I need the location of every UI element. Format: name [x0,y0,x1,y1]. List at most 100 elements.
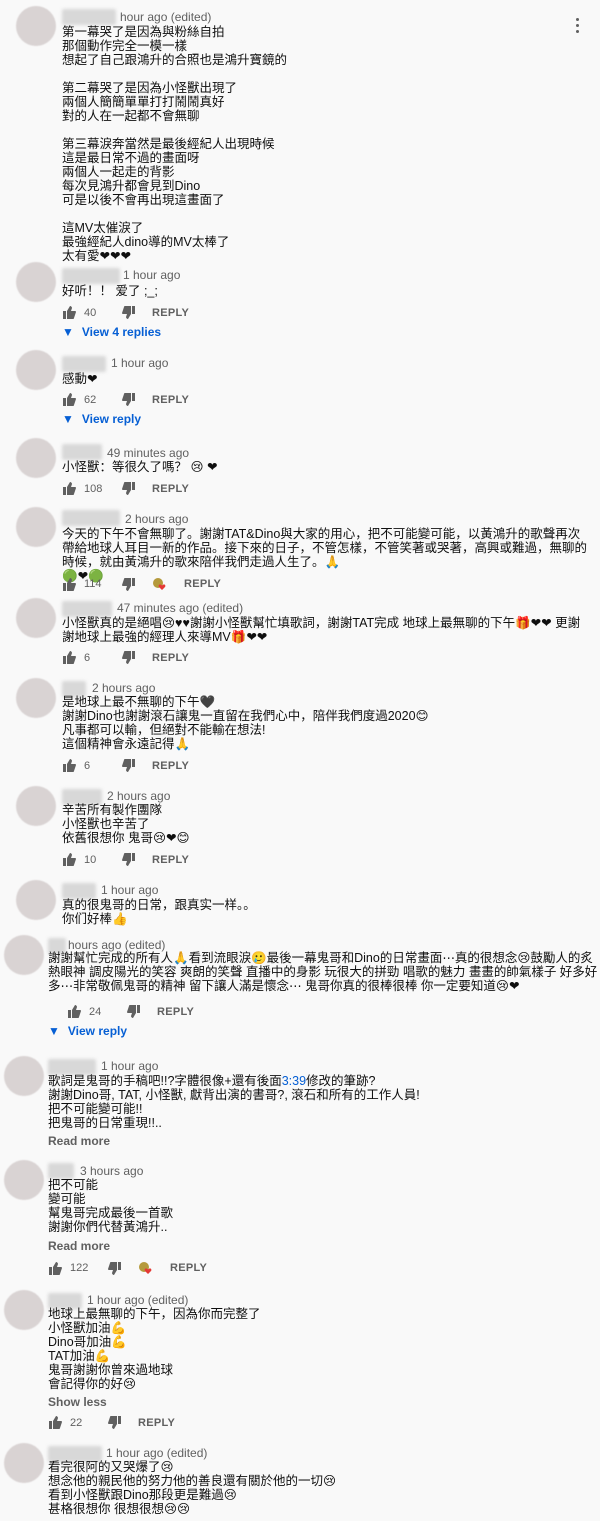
like-count: 10 [84,853,97,866]
reply-button[interactable]: REPLY [152,760,189,772]
author-name[interactable] [62,510,120,526]
like-count: 114 [84,578,102,590]
comment-time[interactable]: 1 hour ago (edited) [106,1446,207,1460]
author-name[interactable] [48,1059,96,1075]
chevron-down-icon: ▼ [62,412,74,426]
like-count: 24 [89,1005,102,1018]
read-more-button[interactable]: Read more [48,1134,110,1148]
comment-time[interactable]: 2 hours ago [107,789,170,803]
author-name[interactable] [62,268,120,284]
avatar[interactable] [16,880,56,920]
reply-button[interactable]: REPLY [152,307,189,319]
avatar[interactable] [16,6,56,46]
author-name[interactable] [48,1163,74,1179]
like-count: 62 [84,393,97,406]
comment-actions: 24 REPLY [67,1005,194,1018]
comment-time[interactable]: 1 hour ago [123,268,180,282]
comment-time[interactable]: hours ago (edited) [68,938,165,952]
comment-time[interactable]: 47 minutes ago (edited) [117,601,243,615]
thumbs-down-icon[interactable] [122,577,136,591]
like-count: 108 [84,482,103,495]
thumbs-up-icon[interactable] [48,1416,62,1429]
view-replies-button[interactable]: ▼ View reply [62,412,141,426]
reply-button[interactable]: REPLY [138,1417,175,1429]
comment-time[interactable]: 1 hour ago [111,356,168,370]
avatar[interactable] [4,1056,44,1096]
comment-time[interactable]: 2 hours ago [92,681,155,695]
comment-text: 地球上最無聊的下午，因為你而完整了 小怪獸加油💪 Dino哥加油💪 TAT加油💪 鬼哥謝… [48,1307,261,1391]
reply-button[interactable]: REPLY [157,1006,194,1018]
comment-text: 是地球上最不無聊的下午🖤 謝謝Dino也謝謝滾石讓鬼一直留在我們心中，陪伴我們度過… [62,695,429,751]
avatar[interactable] [16,786,56,826]
thumbs-up-icon[interactable] [62,306,76,319]
creator-heart-icon [153,578,166,590]
thumbs-down-icon[interactable] [122,853,136,866]
like-count: 6 [84,651,91,664]
show-less-button[interactable]: Show less [48,1395,107,1409]
reply-button[interactable]: REPLY [184,578,221,590]
thumbs-up-icon[interactable] [48,1261,62,1275]
view-replies-button[interactable]: ▼ View reply [48,1024,127,1038]
avatar[interactable] [4,1443,44,1483]
comment-time[interactable]: 1 hour ago [101,883,158,897]
avatar[interactable] [4,935,44,975]
thumbs-up-icon[interactable] [62,577,76,591]
avatar[interactable] [16,438,56,478]
avatar[interactable] [4,1290,44,1330]
view-replies-button[interactable]: ▼ View 4 replies [62,325,161,339]
comment-time[interactable]: 1 hour ago [101,1059,158,1073]
chevron-down-icon: ▼ [62,325,74,339]
reply-button[interactable]: REPLY [152,854,189,866]
like-count: 40 [84,306,97,319]
thumbs-up-icon[interactable] [62,393,76,406]
comment-actions: 6 REPLY [62,651,189,664]
comment-text: 謝謝幫忙完成的所有人🙏看到流眼淚🥲最後一幕鬼哥和Dino的日常畫面⋯真的很想念😢… [48,951,598,993]
avatar[interactable] [16,507,56,547]
thumbs-up-icon[interactable] [62,759,76,772]
reply-button[interactable]: REPLY [152,483,189,495]
comment-time[interactable]: 2 hours ago [125,512,188,526]
avatar[interactable] [16,678,56,718]
thumbs-down-icon[interactable] [122,393,136,406]
thumbs-down-icon[interactable] [122,759,136,772]
comment-actions: 22 REPLY [48,1416,175,1429]
avatar[interactable] [16,598,56,638]
thumbs-up-icon[interactable] [62,853,76,866]
comment-actions: 62 REPLY [62,393,189,406]
reply-button[interactable]: REPLY [170,1262,207,1274]
thumbs-up-icon[interactable] [62,651,76,664]
creator-heart-icon [139,1262,152,1274]
author-name[interactable] [62,883,96,899]
comment-text: 好听！！ 爱了 ;_; [62,284,158,298]
read-more-button[interactable]: Read more [48,1239,110,1253]
comment-time[interactable]: 3 hours ago [80,1164,143,1178]
comment-actions: 40 REPLY [62,306,189,319]
action-menu-icon[interactable] [576,18,580,36]
comment-time[interactable]: 49 minutes ago [107,446,189,460]
reply-button[interactable]: REPLY [152,652,189,664]
thumbs-down-icon[interactable] [108,1416,122,1429]
author-name[interactable] [62,356,106,372]
avatar[interactable] [16,350,56,390]
avatar[interactable] [4,1160,44,1200]
thumbs-down-icon[interactable] [122,651,136,664]
comment-time[interactable]: 1 hour ago (edited) [87,1293,188,1307]
comment-text: 歌詞是鬼哥的手稿吧!!?字體很像+還有後面3:39修改的筆跡? 謝謝Dino哥, … [48,1074,420,1130]
author-name[interactable] [62,9,116,25]
author-name[interactable] [62,444,102,460]
timestamp-link[interactable]: 3:39 [282,1074,306,1088]
like-count: 6 [84,759,91,772]
avatar[interactable] [16,262,56,302]
thumbs-down-icon[interactable] [108,1261,122,1275]
like-count: 122 [70,1262,89,1274]
chevron-down-icon: ▼ [48,1024,60,1038]
thumbs-down-icon[interactable] [122,482,136,495]
author-name[interactable] [62,601,112,617]
comment-text: 小怪獸：等很久了嗎？ 😢 ❤ [62,460,218,474]
thumbs-up-icon[interactable] [67,1005,81,1018]
thumbs-down-icon[interactable] [127,1005,141,1018]
comment-time[interactable]: hour ago (edited) [120,10,211,24]
thumbs-up-icon[interactable] [62,482,76,495]
reply-button[interactable]: REPLY [152,394,189,406]
thumbs-down-icon[interactable] [122,306,136,319]
